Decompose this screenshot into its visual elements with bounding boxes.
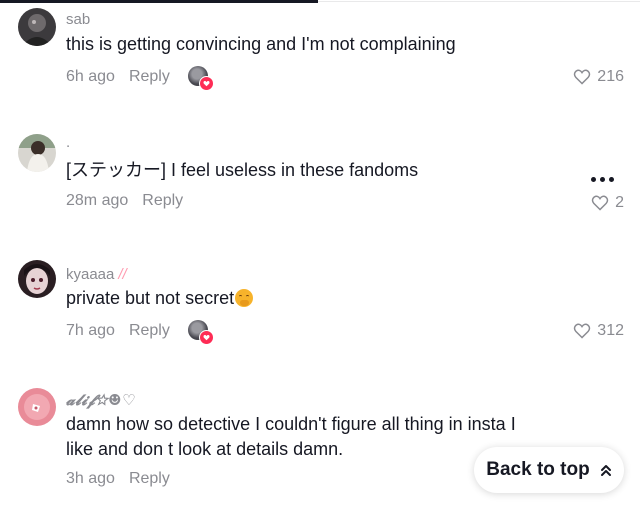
reply-button[interactable]: Reply bbox=[142, 192, 183, 210]
avatar[interactable] bbox=[18, 260, 56, 298]
username-text: kyaaaa bbox=[66, 266, 115, 283]
comment-text: this is getting convincing and I'm not c… bbox=[66, 34, 456, 54]
comment-username[interactable]: kyaaaa// bbox=[66, 266, 127, 283]
comment-meta: 3h ago Reply bbox=[66, 470, 188, 488]
heart-outline-icon bbox=[574, 69, 591, 85]
tab-indicator bbox=[0, 0, 318, 3]
divider bbox=[318, 1, 640, 2]
more-dots-icon[interactable] bbox=[591, 177, 614, 182]
comment-time: 6h ago bbox=[66, 68, 115, 85]
comment-meta: 6h ago Reply bbox=[66, 66, 214, 91]
like-count: 216 bbox=[597, 68, 624, 85]
heart-outline-icon bbox=[591, 195, 609, 211]
comment-meta: 7h ago Reply bbox=[66, 320, 214, 345]
reply-button[interactable]: Reply bbox=[129, 470, 170, 488]
chevron-double-up-icon bbox=[600, 465, 611, 476]
like-button[interactable]: 2 bbox=[591, 194, 624, 212]
like-count: 312 bbox=[597, 322, 624, 339]
comment-text-line: damn how so detective I couldn't figure … bbox=[66, 414, 516, 434]
creator-liked-badge-icon bbox=[187, 66, 214, 91]
hand-over-mouth-emoji-icon bbox=[235, 289, 254, 307]
like-button[interactable]: 312 bbox=[573, 322, 624, 340]
like-button[interactable]: 216 bbox=[573, 68, 624, 86]
comment-username[interactable]: sab bbox=[66, 11, 90, 28]
creator-liked-badge-icon bbox=[187, 320, 214, 345]
like-count: 2 bbox=[615, 194, 624, 211]
comment-meta: 28m ago Reply bbox=[66, 192, 201, 210]
avatar[interactable] bbox=[18, 8, 56, 46]
comment-time: 28m ago bbox=[66, 192, 129, 209]
avatar[interactable] bbox=[18, 134, 56, 172]
comment-time: 3h ago bbox=[66, 470, 115, 487]
comment-text-content: private but not secret bbox=[66, 288, 235, 308]
comment-text: [ステッカー] I feel useless in these fandoms bbox=[66, 160, 419, 180]
username-suffix: // bbox=[118, 266, 127, 283]
comment-time: 7h ago bbox=[66, 322, 115, 339]
comment-username[interactable]: . bbox=[66, 134, 70, 151]
comment-username[interactable]: 𝓪𝓵𝓲𝓯☆☻♡ bbox=[66, 391, 136, 409]
reply-button[interactable]: Reply bbox=[129, 68, 170, 86]
reply-button[interactable]: Reply bbox=[129, 322, 170, 340]
avatar[interactable] bbox=[18, 388, 56, 426]
comment-text: private but not secret bbox=[66, 286, 556, 311]
back-to-top-label: Back to top bbox=[486, 459, 590, 480]
back-to-top-button[interactable]: Back to top bbox=[474, 447, 624, 493]
heart-outline-icon bbox=[574, 323, 591, 339]
